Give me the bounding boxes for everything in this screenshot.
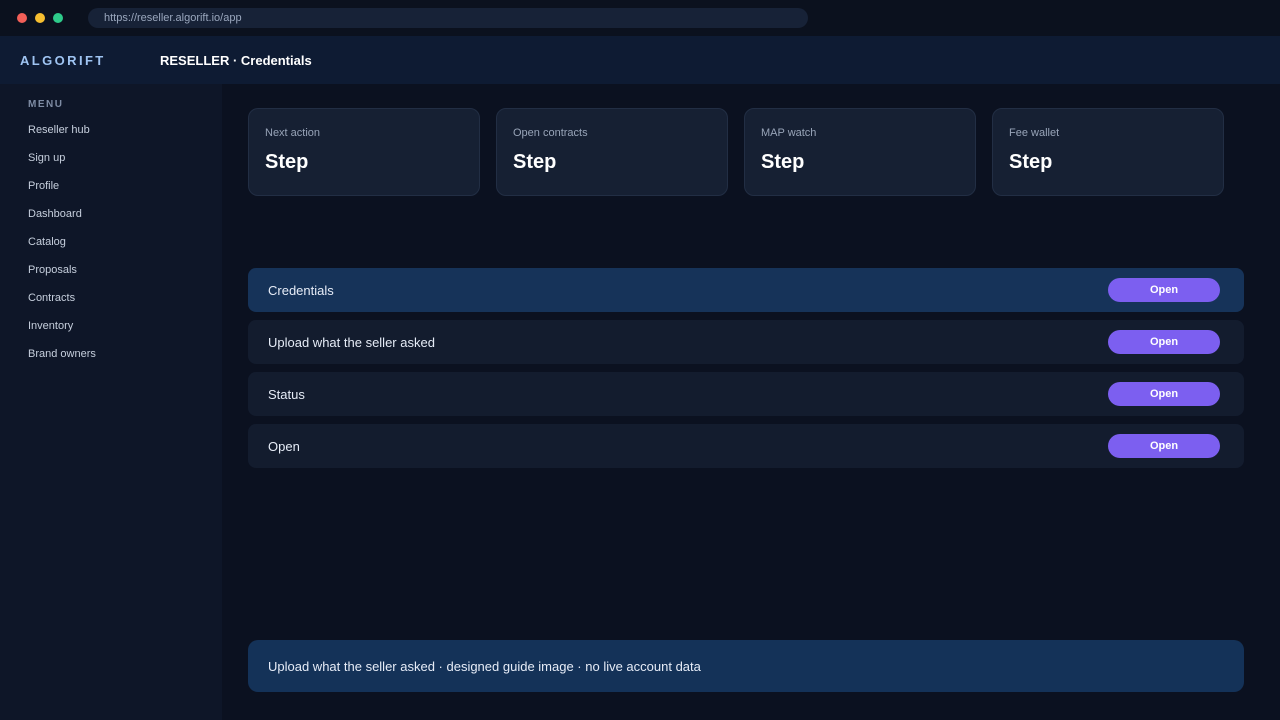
stat-card-label: MAP watch xyxy=(761,127,817,139)
stat-card-value: Step xyxy=(761,151,805,173)
footer-note: Upload what the seller asked · designed … xyxy=(248,640,1244,692)
stat-card-label: Open contracts xyxy=(513,127,588,139)
stat-card-fee-wallet: Fee wallet Step xyxy=(992,108,1224,196)
row-label: Upload what the seller asked xyxy=(268,335,435,350)
menu-heading: MENU xyxy=(28,99,64,110)
stat-card-value: Step xyxy=(1009,151,1053,173)
stat-card-label: Fee wallet xyxy=(1009,127,1060,139)
footer-note-text: Upload what the seller asked · designed … xyxy=(268,659,701,674)
list-row-credentials[interactable]: Credentials Open xyxy=(248,268,1244,312)
open-button[interactable]: Open xyxy=(1108,278,1220,302)
sidebar-item-sign-up[interactable]: Sign up xyxy=(28,152,65,164)
row-label: Credentials xyxy=(268,283,334,298)
open-button[interactable]: Open xyxy=(1108,434,1220,458)
sidebar-item-reseller-hub[interactable]: Reseller hub xyxy=(28,124,90,136)
browser-bar: https://reseller.algorift.io/app xyxy=(0,0,1280,36)
list-row-upload[interactable]: Upload what the seller asked Open xyxy=(248,320,1244,364)
row-label: Open xyxy=(268,439,300,454)
open-button[interactable]: Open xyxy=(1108,382,1220,406)
window-close-dot[interactable] xyxy=(17,13,27,23)
stat-card-label: Next action xyxy=(265,127,321,139)
window-minimize-dot[interactable] xyxy=(35,13,45,23)
stat-card-map-watch: MAP watch Step xyxy=(744,108,976,196)
sidebar-item-profile[interactable]: Profile xyxy=(28,180,59,192)
open-button[interactable]: Open xyxy=(1108,330,1220,354)
stat-card-value: Step xyxy=(513,151,557,173)
row-label: Status xyxy=(268,387,305,402)
sidebar-item-dashboard[interactable]: Dashboard xyxy=(28,208,82,220)
sidebar-item-brand-owners[interactable]: Brand owners xyxy=(28,348,96,360)
sidebar-item-inventory[interactable]: Inventory xyxy=(28,320,73,332)
brand-logo[interactable]: ALGORIFT xyxy=(20,36,106,86)
list-row-status[interactable]: Status Open xyxy=(248,372,1244,416)
sidebar-item-contracts[interactable]: Contracts xyxy=(28,292,75,304)
window-maximize-dot[interactable] xyxy=(53,13,63,23)
app-header: ALGORIFT RESELLER · Credentials xyxy=(0,36,1280,84)
sidebar-item-proposals[interactable]: Proposals xyxy=(28,264,77,276)
stat-card-value: Step xyxy=(265,151,309,173)
stat-card-next-action: Next action Step xyxy=(248,108,480,196)
list-row-open[interactable]: Open Open xyxy=(248,424,1244,468)
page-title: RESELLER · Credentials xyxy=(160,53,312,68)
sidebar: MENU Reseller hub Sign up Profile Dashbo… xyxy=(0,84,222,720)
main-content: Next action Step Open contracts Step MAP… xyxy=(222,84,1280,720)
address-bar[interactable]: https://reseller.algorift.io/app xyxy=(88,8,808,28)
sidebar-item-catalog[interactable]: Catalog xyxy=(28,236,66,248)
stat-card-open-contracts: Open contracts Step xyxy=(496,108,728,196)
